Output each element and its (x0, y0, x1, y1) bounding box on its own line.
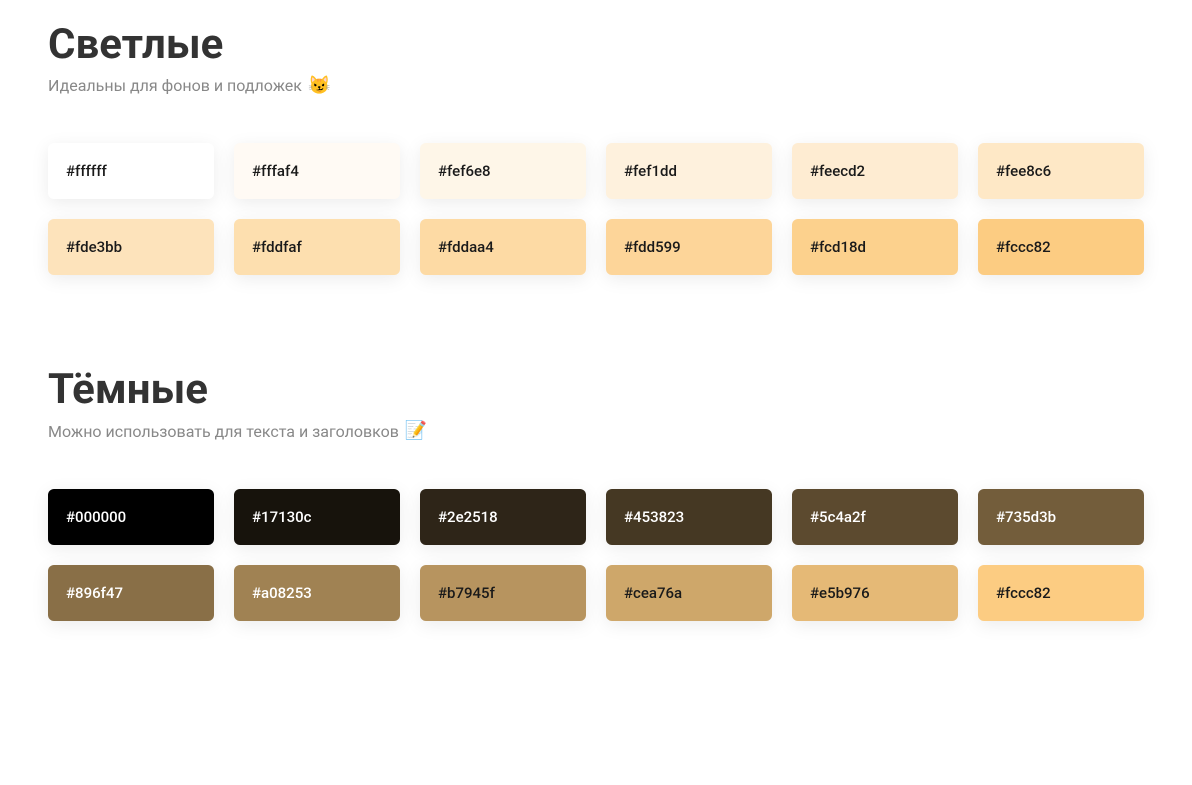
color-swatch[interactable]: #fef6e8 (420, 143, 586, 199)
swatch-hex-label: #fccc82 (996, 584, 1051, 602)
swatch-hex-label: #735d3b (996, 508, 1056, 526)
section-subtitle-text: Идеальны для фонов и подложек (48, 76, 302, 95)
color-swatch[interactable]: #e5b976 (792, 565, 958, 621)
cat-emoji-icon: 😼 (308, 77, 330, 95)
color-swatch[interactable]: #fcd18d (792, 219, 958, 275)
section-subtitle: Можно использовать для текста и заголовк… (48, 422, 1144, 441)
swatch-hex-label: #453823 (624, 508, 684, 526)
swatch-hex-label: #a08253 (252, 584, 312, 602)
color-swatch[interactable]: #fef1dd (606, 143, 772, 199)
section-title: Светлые (48, 20, 1144, 70)
color-swatch[interactable]: #896f47 (48, 565, 214, 621)
color-swatch[interactable]: #fccc82 (978, 565, 1144, 621)
memo-emoji-icon: 📝 (405, 422, 427, 440)
color-swatch[interactable]: #fee8c6 (978, 143, 1144, 199)
swatch-hex-label: #fccc82 (996, 238, 1051, 256)
color-swatch[interactable]: #fccc82 (978, 219, 1144, 275)
color-swatch[interactable]: #fffaf4 (234, 143, 400, 199)
swatch-hex-label: #fddfaf (252, 238, 302, 256)
color-swatch[interactable]: #735d3b (978, 489, 1144, 545)
section-subtitle: Идеальны для фонов и подложек 😼 (48, 76, 1144, 95)
swatch-hex-label: #fee8c6 (996, 162, 1051, 180)
swatch-hex-label: #fef6e8 (438, 162, 491, 180)
color-swatch[interactable]: #ffffff (48, 143, 214, 199)
color-swatch[interactable]: #feecd2 (792, 143, 958, 199)
swatch-hex-label: #feecd2 (810, 162, 865, 180)
color-swatch[interactable]: #453823 (606, 489, 772, 545)
swatch-hex-label: #b7945f (438, 584, 495, 602)
swatch-grid: #000000 #17130c #2e2518 #453823 #5c4a2f #735d… (48, 489, 1144, 621)
color-swatch[interactable]: #b7945f (420, 565, 586, 621)
color-swatch[interactable]: #fddaa4 (420, 219, 586, 275)
swatch-hex-label: #cea76a (624, 584, 682, 602)
color-swatch[interactable]: #17130c (234, 489, 400, 545)
swatch-hex-label: #5c4a2f (810, 508, 866, 526)
section-title: Тёмные (48, 365, 1144, 415)
color-swatch[interactable]: #fdd599 (606, 219, 772, 275)
swatch-hex-label: #fde3bb (66, 238, 122, 256)
color-swatch[interactable]: #cea76a (606, 565, 772, 621)
section-subtitle-text: Можно использовать для текста и заголовк… (48, 422, 399, 441)
swatch-hex-label: #ffffff (66, 162, 107, 180)
swatch-hex-label: #000000 (66, 508, 126, 526)
color-swatch[interactable]: #2e2518 (420, 489, 586, 545)
color-swatch[interactable]: #fddfaf (234, 219, 400, 275)
swatch-hex-label: #896f47 (66, 584, 123, 602)
swatch-hex-label: #fcd18d (810, 238, 866, 256)
palette-section: Тёмные Можно использовать для текста и за… (48, 365, 1144, 620)
palette-section: Светлые Идеальны для фонов и подложек 😼 #ff… (48, 20, 1144, 275)
color-swatch[interactable]: #a08253 (234, 565, 400, 621)
swatch-hex-label: #17130c (252, 508, 312, 526)
swatch-hex-label: #fdd599 (624, 238, 681, 256)
swatch-hex-label: #e5b976 (810, 584, 870, 602)
swatch-hex-label: #fef1dd (624, 162, 677, 180)
swatch-hex-label: #2e2518 (438, 508, 498, 526)
swatch-hex-label: #fffaf4 (252, 162, 299, 180)
color-swatch[interactable]: #000000 (48, 489, 214, 545)
color-swatch[interactable]: #5c4a2f (792, 489, 958, 545)
swatch-grid: #ffffff #fffaf4 #fef6e8 #fef1dd #feecd2 #fee8… (48, 143, 1144, 275)
color-swatch[interactable]: #fde3bb (48, 219, 214, 275)
swatch-hex-label: #fddaa4 (438, 238, 494, 256)
